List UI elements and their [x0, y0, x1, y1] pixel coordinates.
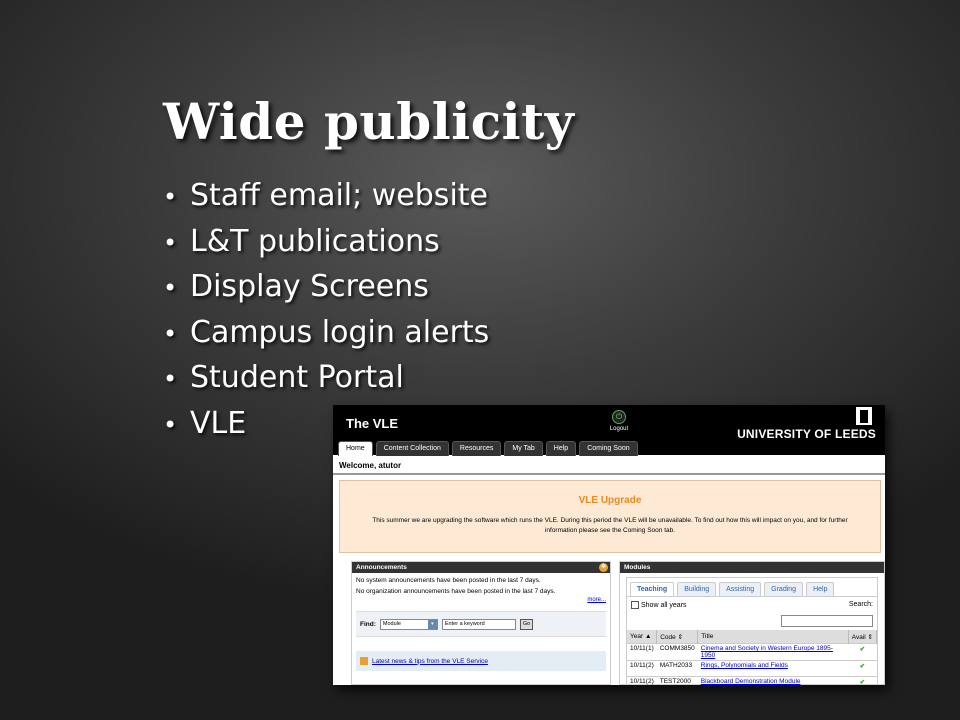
module-tab-help[interactable]: Help: [806, 582, 835, 596]
bullet-item: • Campus login alerts: [163, 310, 489, 356]
table-row: 10/11(2) TEST2000 Blackboard Demonstrati…: [627, 676, 877, 685]
checkbox[interactable]: [631, 601, 639, 609]
tab-resources[interactable]: Resources: [451, 441, 502, 456]
upgrade-text: This summer we are upgrading the softwar…: [372, 517, 848, 534]
bullet-item: • L&T publications: [163, 219, 489, 265]
tab-content-collection[interactable]: Content Collection: [375, 441, 449, 456]
announcements-header: Announcements ✲: [352, 562, 610, 573]
university-crest-icon: [856, 407, 872, 425]
logout-label: Logout: [609, 426, 629, 432]
tab-coming-soon[interactable]: Coming Soon: [579, 441, 638, 456]
check-icon: ✔: [848, 676, 877, 685]
modules-table: Year ▲ Code ⇕ Title Avail ⇕ 10/11(1) COM…: [627, 630, 877, 685]
keyword-input[interactable]: Enter a keyword: [441, 618, 516, 630]
module-tab-grading[interactable]: Grading: [764, 582, 804, 596]
bullet-dot: •: [163, 319, 178, 348]
upgrade-title: VLE Upgrade: [578, 495, 642, 506]
university-logo-text: UNIVERSITY OF LEEDS: [737, 427, 876, 441]
column-header-avail[interactable]: Avail ⇕: [848, 630, 877, 644]
org-announcement-text: No organization announcements have been …: [356, 588, 556, 595]
go-button[interactable]: Go: [519, 618, 534, 630]
column-header-title[interactable]: Title: [697, 630, 849, 644]
bullet-dot: •: [163, 365, 178, 393]
module-search-input[interactable]: [781, 615, 873, 627]
column-header-year[interactable]: Year ▲: [627, 630, 658, 644]
tab-help[interactable]: Help: [545, 441, 577, 456]
vle-title: The VLE: [346, 416, 399, 431]
sort-asc-icon: ▲: [644, 633, 652, 640]
find-type-select[interactable]: Module ▾: [379, 618, 438, 630]
column-header-code[interactable]: Code ⇕: [656, 630, 699, 644]
news-link[interactable]: Latest news & tips from the VLE Service: [372, 658, 488, 665]
table-row: 10/11(2) MATH2033 Rings, Polynomials and…: [627, 660, 877, 677]
bullet-dot: •: [163, 183, 178, 211]
system-announcement-text: No system announcements have been posted…: [356, 577, 541, 584]
vle-screenshot: The VLE ⏻ Logout UNIVERSITY OF LEEDS Hom…: [333, 405, 885, 685]
vle-header: The VLE ⏻ Logout UNIVERSITY OF LEEDS Hom…: [333, 405, 885, 456]
bullet-item: • Student Portal: [163, 355, 489, 401]
tab-my-tab[interactable]: My Tab: [504, 441, 543, 456]
bullet-item: • Display Screens: [163, 264, 489, 310]
find-label: Find:: [360, 620, 376, 628]
rss-icon: [360, 657, 368, 665]
modules-header: Modules: [620, 562, 884, 573]
news-row: Latest news & tips from the VLE Service: [356, 651, 606, 671]
check-icon: ✔: [848, 643, 877, 661]
modules-panel: Modules Teaching Building Assisting Grad…: [619, 561, 885, 685]
show-all-years-option[interactable]: Show all years: [631, 601, 687, 609]
module-options: Show all years Search:: [627, 597, 877, 609]
bullet-dot: •: [163, 274, 178, 302]
find-bar: Find: Module ▾ Enter a keyword Go: [356, 611, 606, 637]
module-tabs: Teaching Building Assisting Grading Help: [627, 578, 877, 597]
logout-button[interactable]: ⏻ Logout: [604, 410, 634, 432]
module-link[interactable]: Blackboard Demonstration Module: [697, 676, 849, 685]
tab-home[interactable]: Home: [338, 441, 373, 456]
more-link[interactable]: more...: [587, 597, 606, 603]
upgrade-notice: VLE Upgrade This summer we are upgrading…: [339, 480, 881, 553]
table-row: 10/11(1) COMM3850 Cinema and Society in …: [627, 643, 877, 661]
module-tab-assisting[interactable]: Assisting: [719, 582, 762, 596]
modules-content: Teaching Building Assisting Grading Help…: [626, 577, 878, 685]
power-icon: ⏻: [612, 410, 626, 424]
vle-tabs: Home Content Collection Resources My Tab…: [338, 441, 638, 456]
announcements-panel: Announcements ✲ No system announcements …: [351, 561, 611, 685]
slide-title: Wide publicity: [163, 92, 575, 151]
sort-icon: ⇕: [677, 633, 684, 641]
module-link[interactable]: Rings, Polynomials and Fields: [697, 660, 849, 677]
bullet-dot: •: [163, 228, 178, 257]
module-tab-teaching[interactable]: Teaching: [630, 582, 675, 596]
bullet-dot: •: [163, 410, 178, 439]
check-icon: ✔: [848, 660, 877, 677]
welcome-message: Welcome, atutor: [333, 457, 885, 475]
bullet-item: • Staff email; website: [163, 173, 489, 219]
chevron-down-icon: ▾: [427, 619, 437, 629]
search-label: Search:: [848, 601, 873, 608]
settings-icon[interactable]: ✲: [599, 563, 608, 572]
module-link[interactable]: Cinema and Society in Western Europe 189…: [697, 643, 849, 661]
sort-icon: ⇕: [867, 633, 873, 641]
module-tab-building[interactable]: Building: [677, 582, 717, 596]
